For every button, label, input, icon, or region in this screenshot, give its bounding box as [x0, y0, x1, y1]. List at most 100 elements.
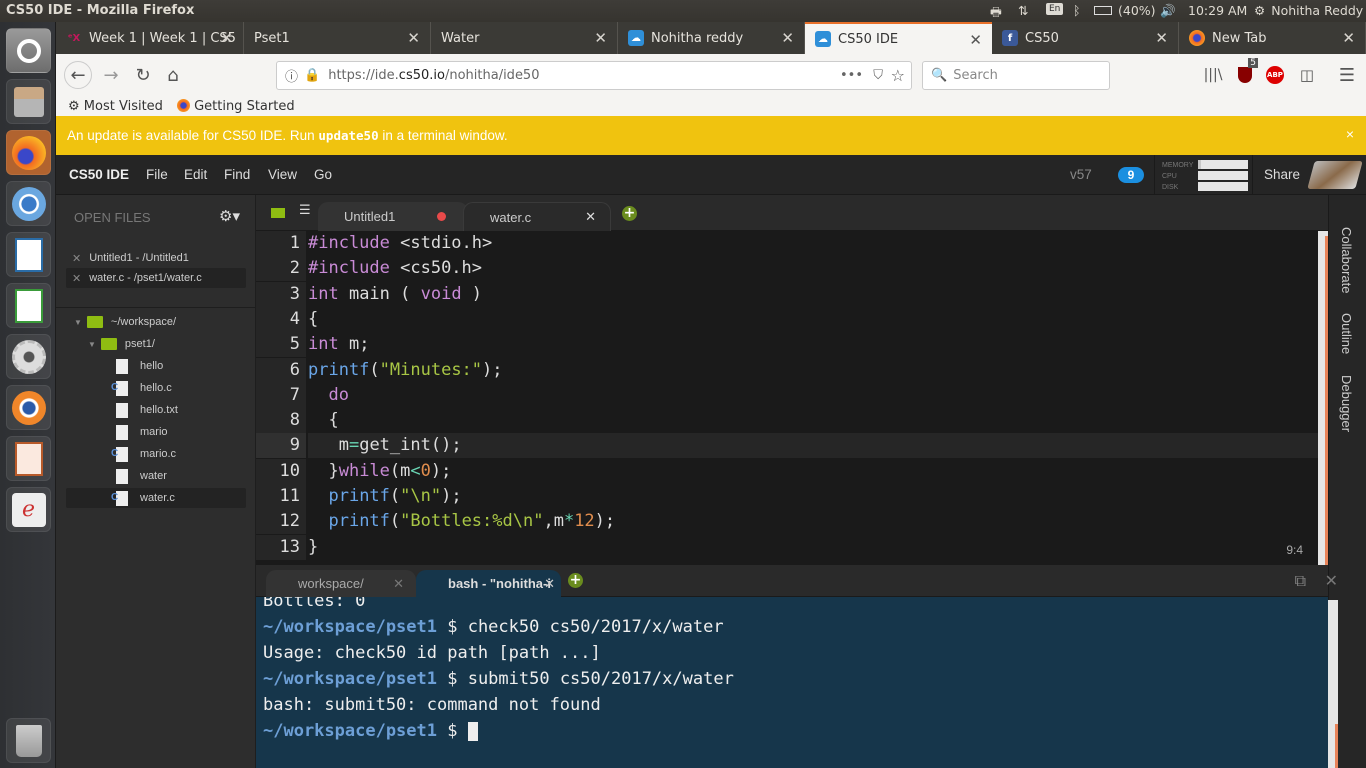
menu-go[interactable]: Go	[314, 167, 332, 182]
keyboard-indicator[interactable]: En	[1046, 3, 1064, 15]
browser-tab[interactable]: Water ✕	[431, 22, 618, 54]
battery-indicator[interactable]: (40%)	[1094, 3, 1156, 18]
code-area[interactable]: 1 #include <stdio.h> 2 #include <cs50.h> 3 in…	[256, 231, 1328, 565]
reload-button[interactable]: ↻	[130, 62, 156, 88]
code-line[interactable]: }while(m<0);	[308, 459, 451, 484]
blender-icon[interactable]	[6, 385, 51, 430]
code-line[interactable]: printf("\n");	[308, 484, 461, 509]
close-tab-icon[interactable]: ✕	[1342, 29, 1355, 47]
terminal-tab-active[interactable]: bash - "nohitha-i ✕	[416, 570, 561, 597]
tree-folder-pset1[interactable]: ▼ pset1/	[88, 334, 155, 354]
code-line[interactable]: #include <cs50.h>	[308, 256, 482, 281]
tree-file[interactable]: water	[116, 466, 167, 486]
open-file-item[interactable]: ✕ Untitled1 - /Untitled1	[66, 248, 246, 268]
libreoffice-impress-icon[interactable]	[6, 436, 51, 481]
browser-tab[interactable]: New Tab ✕	[1179, 22, 1366, 54]
share-button[interactable]: Share	[1264, 167, 1300, 182]
terminal-output[interactable]: Bottles: 0 ~/workspace/pset1 $ check50 cs…	[256, 597, 1318, 768]
menu-view[interactable]: View	[268, 167, 297, 182]
library-icon[interactable]: |||\	[1200, 62, 1226, 88]
code-line[interactable]: m=get_int();	[308, 433, 1318, 459]
adblock-plus-button[interactable]: ABP	[1262, 62, 1288, 88]
code-line[interactable]: #include <stdio.h>	[308, 231, 492, 256]
code-line[interactable]: }	[308, 535, 318, 560]
tree-file[interactable]: hello.c	[111, 378, 172, 398]
code-line[interactable]: do	[308, 383, 348, 408]
bookmark-star-icon[interactable]: ☆	[891, 66, 905, 85]
search-bar[interactable]: 🔍 Search	[922, 61, 1110, 90]
panel-tab-collaborate[interactable]: Collaborate	[1339, 227, 1354, 294]
volume-icon[interactable]: 🔊	[1160, 3, 1176, 19]
panel-tab-debugger[interactable]: Debugger	[1339, 375, 1354, 432]
ublock-button[interactable]: 5	[1232, 58, 1258, 88]
tree-file-selected[interactable]: water.c	[66, 488, 246, 508]
code-line[interactable]: {	[308, 307, 318, 332]
session-menu[interactable]: ⚙ Nohitha Reddy	[1254, 3, 1363, 18]
files-icon[interactable]	[6, 79, 51, 124]
browser-tab-active[interactable]: ☁ CS50 IDE ✕	[805, 22, 992, 54]
browser-tab[interactable]: Pset1 ✕	[244, 22, 431, 54]
tree-file[interactable]: hello.txt	[116, 400, 178, 420]
chromium-icon[interactable]	[6, 181, 51, 226]
code-line[interactable]: int m;	[308, 332, 369, 357]
clock[interactable]: 10:29 AM	[1188, 3, 1247, 18]
close-panel-icon[interactable]: ✕	[1325, 571, 1338, 590]
panel-tab-outline[interactable]: Outline	[1339, 313, 1354, 354]
user-avatar[interactable]	[1307, 161, 1363, 189]
code-line[interactable]: printf("Minutes:");	[308, 358, 503, 383]
tree-file[interactable]: mario.c	[111, 444, 176, 464]
settings-gear-icon[interactable]: ⚙▾	[219, 207, 240, 225]
outline-list-icon[interactable]: ☰	[299, 203, 311, 218]
url-bar[interactable]: ⓘ 🔒 https://ide. cs50.io/nohitha/ide50 ••…	[276, 61, 912, 90]
editor-tab[interactable]: Untitled1	[318, 202, 468, 231]
close-tab-icon[interactable]: ✕	[393, 576, 404, 592]
menu-edit[interactable]: Edit	[184, 167, 207, 182]
ubuntu-dash-icon[interactable]	[6, 28, 51, 73]
bluetooth-icon[interactable]: ᛒ	[1073, 3, 1081, 18]
new-tab-button[interactable]: +	[622, 206, 637, 221]
close-icon[interactable]: ✕	[72, 272, 81, 285]
pocket-icon[interactable]: ⛉	[873, 68, 883, 83]
sidebar-toggle-icon[interactable]: ◫	[1294, 62, 1320, 88]
browser-tab[interactable]: ☁ Nohitha reddy ✕	[618, 22, 805, 54]
system-settings-icon[interactable]	[6, 334, 51, 379]
close-tab-icon[interactable]: ✕	[585, 209, 596, 225]
code-line[interactable]: {	[308, 408, 338, 433]
bookmark-getting-started[interactable]: Getting Started	[176, 98, 295, 114]
hamburger-menu-icon[interactable]: ☰	[1334, 62, 1360, 88]
folder-icon[interactable]	[271, 208, 285, 218]
libreoffice-calc-icon[interactable]	[6, 283, 51, 328]
firefox-icon[interactable]	[6, 130, 51, 175]
caret-down-icon[interactable]: ▼	[74, 318, 82, 327]
close-tab-icon[interactable]: ✕	[407, 29, 420, 47]
close-tab-icon[interactable]: ✕	[594, 29, 607, 47]
back-button[interactable]: ←	[64, 61, 92, 89]
close-tab-icon[interactable]: ✕	[1155, 29, 1168, 47]
trash-icon[interactable]	[6, 718, 51, 763]
terminal-scrollbar[interactable]	[1328, 600, 1338, 768]
browser-tab[interactable]: f CS50 ✕	[992, 22, 1179, 54]
tree-file[interactable]: hello	[116, 356, 163, 376]
close-tab-icon[interactable]: ✕	[781, 29, 794, 47]
browser-tab[interactable]: ᵉX Week 1 | Week 1 | CS5 ✕	[56, 22, 244, 54]
info-icon[interactable]: ⓘ	[285, 66, 298, 85]
libreoffice-draw-icon[interactable]	[6, 232, 51, 277]
tree-file[interactable]: mario	[116, 422, 168, 442]
close-tab-icon[interactable]: ✕	[544, 576, 555, 592]
close-notice-icon[interactable]: ×	[1346, 126, 1354, 142]
editor-tab-active[interactable]: water.c ✕	[463, 202, 611, 231]
caret-down-icon[interactable]: ▼	[88, 340, 96, 349]
tree-folder-workspace[interactable]: ▼ ~/workspace/	[74, 312, 176, 332]
notifications-cloud-icon[interactable]: 9	[1118, 167, 1144, 183]
ide-brand[interactable]: CS50 IDE	[69, 167, 129, 182]
vertical-scrollbar[interactable]	[1318, 231, 1328, 565]
bookmark-most-visited[interactable]: ⚙ Most Visited	[68, 99, 163, 114]
close-icon[interactable]: ✕	[72, 252, 81, 265]
page-actions-icon[interactable]: •••	[840, 68, 863, 83]
menu-find[interactable]: Find	[224, 167, 250, 182]
document-viewer-icon[interactable]: ℯ	[6, 487, 51, 532]
close-tab-icon[interactable]: ✕	[969, 31, 982, 49]
code-line[interactable]: int main ( void )	[308, 282, 482, 307]
close-tab-icon[interactable]: ✕	[220, 29, 233, 47]
new-terminal-button[interactable]: +	[568, 573, 583, 588]
